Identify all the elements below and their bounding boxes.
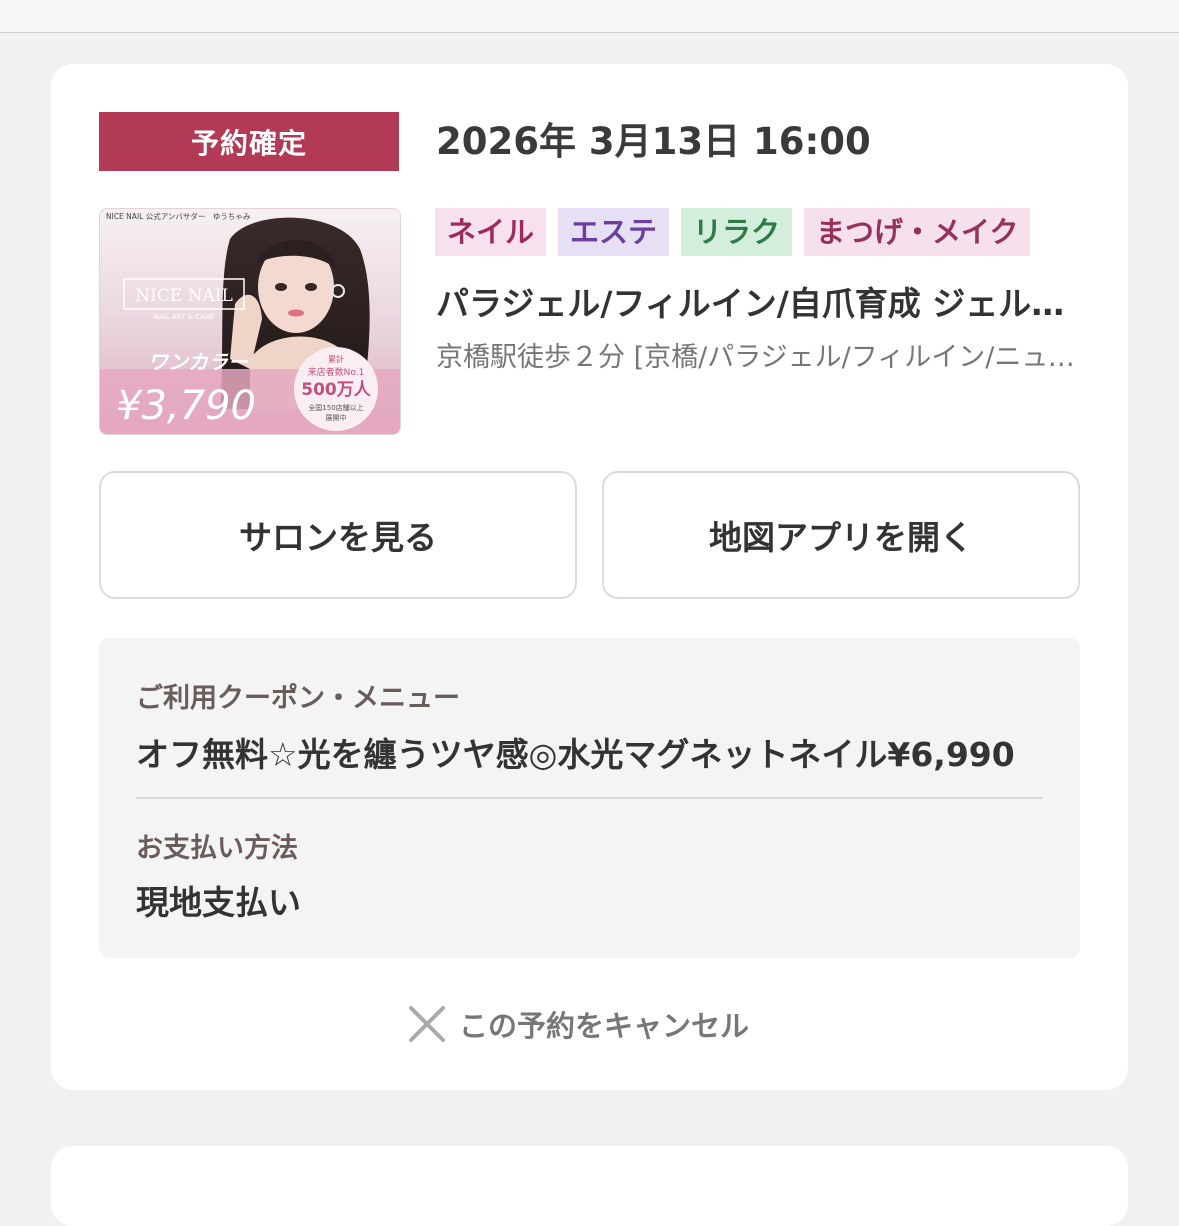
next-card bbox=[51, 1146, 1128, 1226]
salon-name[interactable]: パラジェル/フィルイン/自爪育成 ジェルネイル専門店 bbox=[436, 278, 1088, 330]
open-map-button[interactable]: 地図アプリを開く bbox=[602, 471, 1080, 599]
coupon-value: オフ無料☆光を纏うツヤ感◎水光マグネットネイル¥6,990 bbox=[136, 735, 1015, 774]
price-text: ¥3,790 bbox=[116, 383, 256, 429]
cancel-label: この予約をキャンセル bbox=[459, 1009, 750, 1043]
tag-esthetic: エステ bbox=[558, 208, 670, 256]
top-bar bbox=[0, 0, 1179, 33]
status-badge: 予約確定 bbox=[99, 112, 399, 171]
reservation-card: 予約確定 2026年 3月13日 16:00 NICE NAIL NAIL AR… bbox=[51, 64, 1128, 1090]
badge-line1: 累計 bbox=[328, 354, 344, 364]
detail-divider bbox=[136, 797, 1043, 799]
coupon-label: ご利用クーポン・メニュー bbox=[136, 683, 460, 714]
payment-label: お支払い方法 bbox=[136, 833, 298, 864]
close-x-icon bbox=[409, 1006, 445, 1042]
cancel-reservation-button[interactable]: この予約をキャンセル bbox=[407, 999, 749, 1049]
view-salon-button[interactable]: サロンを見る bbox=[99, 471, 577, 599]
tag-relaxation: リラク bbox=[681, 208, 793, 256]
tag-nail: ネイル bbox=[435, 208, 547, 256]
salon-thumbnail-image: NICE NAIL NAIL ART & CARE NICE NAIL 公式アン… bbox=[100, 209, 400, 434]
category-tags: ネイル エステ リラク まつげ・メイク bbox=[435, 208, 1031, 256]
badge-line4: 全国150店舗以上 bbox=[308, 403, 363, 412]
ambassador-text: NICE NAIL 公式アンバサダー ゆうちゃみ bbox=[106, 211, 251, 221]
one-color-label: ワンカラー bbox=[148, 350, 249, 374]
tag-eyelash-makeup: まつげ・メイク bbox=[804, 208, 1031, 256]
payment-value: 現地支払い bbox=[136, 883, 301, 922]
reservation-datetime: 2026年 3月13日 16:00 bbox=[436, 120, 871, 163]
badge-line3: 500万人 bbox=[301, 380, 371, 400]
logo-sub-text: NAIL ART & CARE bbox=[154, 313, 215, 321]
logo-text: NICE NAIL bbox=[135, 286, 233, 306]
salon-thumbnail[interactable]: NICE NAIL NAIL ART & CARE NICE NAIL 公式アン… bbox=[99, 208, 401, 435]
badge-line2: 来店者数No.1 bbox=[308, 366, 365, 378]
salon-access: 京橋駅徒歩２分 [京橋/パラジェル/フィルイン/ニュアンス] bbox=[436, 342, 1088, 373]
reservation-details: ご利用クーポン・メニュー オフ無料☆光を纏うツヤ感◎水光マグネットネイル¥6,9… bbox=[99, 638, 1080, 958]
badge-line5: 展開中 bbox=[326, 413, 347, 422]
